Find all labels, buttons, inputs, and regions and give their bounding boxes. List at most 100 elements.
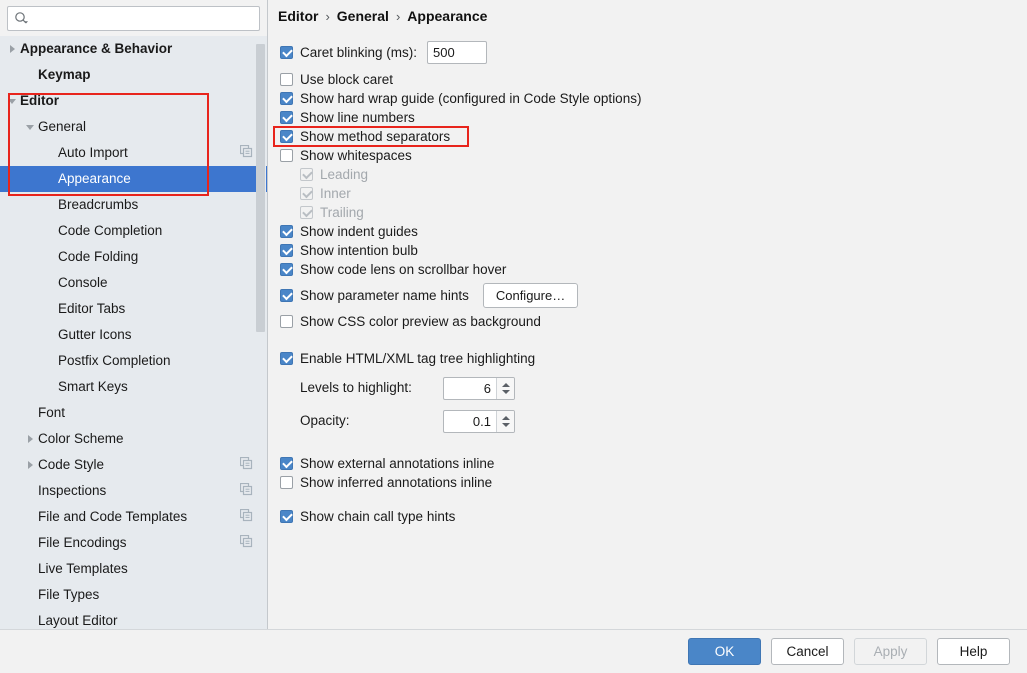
sidebar-item-label: Breadcrumbs (58, 197, 139, 213)
sidebar-item-label: Color Scheme (38, 431, 124, 447)
copy-settings-icon[interactable] (239, 534, 253, 551)
breadcrumb-item-editor[interactable]: Editor (278, 8, 318, 24)
show-line-numbers-checkbox[interactable] (280, 111, 293, 124)
show-code-lens-label: Show code lens on scrollbar hover (300, 261, 507, 277)
show-hard-wrap-guide-label: Show hard wrap guide (configured in Code… (300, 90, 642, 106)
sidebar-item-auto-import[interactable]: Auto Import (0, 140, 267, 166)
help-button[interactable]: Help (937, 638, 1010, 665)
sidebar-item-appearance-behavior[interactable]: Appearance & Behavior (0, 36, 267, 62)
opacity-label: Opacity: (300, 413, 350, 429)
show-external-annotations-checkbox[interactable] (280, 457, 293, 470)
chevron-right-icon (27, 435, 33, 443)
sidebar-item-font[interactable]: Font (0, 400, 267, 426)
sidebar-item-gutter-icons[interactable]: Gutter Icons (0, 322, 267, 348)
search-input[interactable] (33, 11, 253, 26)
option-enable-tag-tree-highlighting: Enable HTML/XML tag tree highlighting (280, 349, 1021, 368)
sidebar-scrollbar-thumb[interactable] (256, 44, 265, 332)
use-block-caret-label: Use block caret (300, 71, 394, 87)
sidebar-item-breadcrumbs[interactable]: Breadcrumbs (0, 192, 267, 218)
opacity-spinner-buttons[interactable] (496, 410, 514, 432)
sidebar-item-color-scheme[interactable]: Color Scheme (0, 426, 267, 452)
show-inferred-annotations-checkbox[interactable] (280, 476, 293, 489)
breadcrumb-separator-icon: › (395, 8, 401, 24)
configure-button[interactable]: Configure… (482, 283, 579, 308)
show-parameter-name-hints-checkbox[interactable] (280, 289, 293, 302)
copy-settings-icon[interactable] (239, 144, 253, 161)
sidebar-item-code-folding[interactable]: Code Folding (0, 244, 267, 270)
sidebar-item-file-encodings[interactable]: File Encodings (0, 530, 267, 556)
whitespace-inner-checkbox (300, 187, 313, 200)
spinner-down-icon[interactable] (501, 389, 510, 394)
sidebar-item-code-style[interactable]: Code Style (0, 452, 267, 478)
settings-tree-rows: Appearance & Behavior Keymap Editor General… (0, 36, 267, 629)
spinner-up-icon[interactable] (501, 382, 510, 387)
sidebar-item-console[interactable]: Console (0, 270, 267, 296)
settings-dialog: Appearance & Behavior Keymap Editor General… (0, 0, 1027, 673)
chevron-right-icon[interactable] (22, 461, 38, 469)
sidebar-item-smart-keys[interactable]: Smart Keys (0, 374, 267, 400)
sidebar-item-label: File Encodings (38, 535, 127, 551)
levels-to-highlight-spinner[interactable] (443, 376, 515, 400)
chevron-right-icon[interactable] (4, 45, 20, 53)
copy-settings-icon[interactable] (239, 456, 253, 473)
option-caret-blinking: Caret blinking (ms): (280, 40, 1021, 65)
opacity-input[interactable] (444, 410, 496, 432)
caret-blinking-checkbox[interactable] (280, 46, 293, 59)
sidebar-item-inspections[interactable]: Inspections (0, 478, 267, 504)
sidebar-item-postfix-completion[interactable]: Postfix Completion (0, 348, 267, 374)
levels-to-highlight-spinner-buttons[interactable] (496, 377, 514, 399)
chevron-down-icon (26, 124, 34, 130)
search-box[interactable] (7, 6, 260, 31)
show-whitespaces-checkbox[interactable] (280, 149, 293, 162)
chevron-down-icon (8, 98, 16, 104)
use-block-caret-checkbox[interactable] (280, 73, 293, 86)
opacity-spinner[interactable] (443, 409, 515, 433)
sidebar-item-editor-tabs[interactable]: Editor Tabs (0, 296, 267, 322)
sidebar-scrollbar-track[interactable] (256, 36, 266, 629)
enable-tag-tree-highlighting-label: Enable HTML/XML tag tree highlighting (300, 350, 536, 366)
show-intention-bulb-checkbox[interactable] (280, 244, 293, 257)
enable-tag-tree-highlighting-checkbox[interactable] (280, 352, 293, 365)
show-css-color-preview-checkbox[interactable] (280, 315, 293, 328)
settings-tree[interactable]: Appearance & Behavior Keymap Editor General… (0, 36, 267, 629)
sidebar-item-editor[interactable]: Editor (0, 88, 267, 114)
sidebar-item-general[interactable]: General (0, 114, 267, 140)
spinner-up-icon[interactable] (501, 415, 510, 420)
whitespace-trailing-checkbox (300, 206, 313, 219)
sidebar-item-label: File and Code Templates (38, 509, 188, 525)
chevron-down-icon[interactable] (4, 98, 20, 104)
levels-to-highlight-input[interactable] (444, 377, 496, 399)
sidebar-item-layout-editor[interactable]: Layout Editor (0, 608, 267, 629)
caret-blinking-input[interactable] (427, 41, 488, 64)
sidebar-item-file-and-code-templates[interactable]: File and Code Templates (0, 504, 267, 530)
show-code-lens-checkbox[interactable] (280, 263, 293, 276)
sidebar-item-keymap[interactable]: Keymap (0, 62, 267, 88)
breadcrumb-item-general[interactable]: General (337, 8, 389, 24)
show-css-color-preview-label: Show CSS color preview as background (300, 313, 541, 329)
show-hard-wrap-guide-checkbox[interactable] (280, 92, 293, 105)
copy-settings-icon[interactable] (239, 482, 253, 499)
chevron-right-icon[interactable] (22, 435, 38, 443)
whitespace-inner-label: Inner (320, 185, 351, 201)
option-show-indent-guides: Show indent guides (280, 222, 1021, 241)
copy-settings-icon[interactable] (239, 508, 253, 525)
sidebar-item-live-templates[interactable]: Live Templates (0, 556, 267, 582)
sidebar-item-file-types[interactable]: File Types (0, 582, 267, 608)
ok-button[interactable]: OK (688, 638, 761, 665)
sidebar-item-label: Code Completion (58, 223, 163, 239)
show-method-separators-checkbox[interactable] (280, 130, 293, 143)
sidebar-item-label: Font (38, 405, 66, 421)
show-indent-guides-label: Show indent guides (300, 223, 418, 239)
show-chain-call-type-hints-checkbox[interactable] (280, 510, 293, 523)
spinner-down-icon[interactable] (501, 422, 510, 427)
chevron-down-icon[interactable] (22, 124, 38, 130)
show-indent-guides-checkbox[interactable] (280, 225, 293, 238)
option-show-hard-wrap-guide: Show hard wrap guide (configured in Code… (280, 89, 1021, 108)
option-whitespace-inner: Inner (300, 184, 1021, 203)
sidebar-item-appearance[interactable]: Appearance (0, 166, 267, 192)
sidebar-item-code-completion[interactable]: Code Completion (0, 218, 267, 244)
cancel-button[interactable]: Cancel (771, 638, 844, 665)
show-inferred-annotations-label: Show inferred annotations inline (300, 474, 493, 490)
sidebar-item-label: File Types (38, 587, 100, 603)
sidebar-item-label: Keymap (38, 67, 91, 83)
